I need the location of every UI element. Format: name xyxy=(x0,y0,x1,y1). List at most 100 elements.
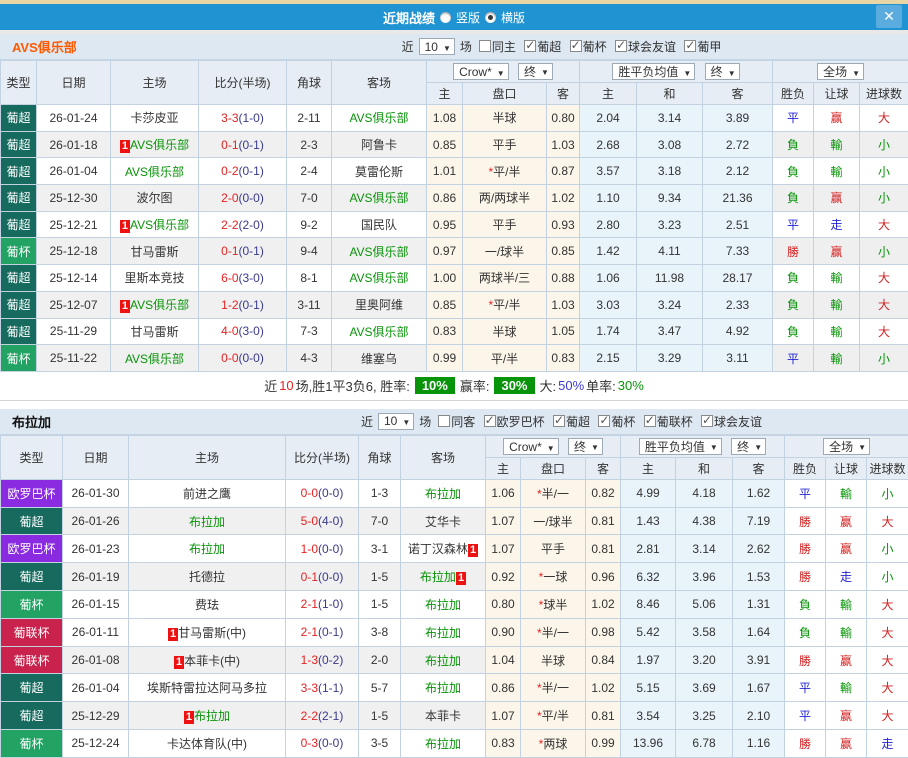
league-filter-checkbox[interactable] xyxy=(701,415,713,427)
home-odds-cell: 0.83 xyxy=(427,318,463,345)
result-cell: 勝 xyxy=(785,535,826,563)
ou-result-cell: 小 xyxy=(867,535,908,563)
league-filter-checkbox[interactable] xyxy=(438,415,450,427)
away-team-name: AVS俱乐部 xyxy=(349,111,408,125)
league-filter-label[interactable]: 同客 xyxy=(451,413,475,430)
league-badge: 葡超 xyxy=(1,674,63,702)
fullgame-select[interactable]: 全场 xyxy=(817,63,864,80)
league-filter[interactable]: 葡杯 xyxy=(593,413,635,430)
avg-odds-value: 胜平负均值 xyxy=(618,63,678,80)
league-filter[interactable]: 球会友谊 xyxy=(610,38,676,55)
games-count-select[interactable]: 10 xyxy=(378,413,414,430)
league-badge: 欧罗巴杯 xyxy=(1,535,63,563)
avg-odds-select[interactable]: 胜平负均值 xyxy=(612,63,695,80)
league-filter-checkbox[interactable] xyxy=(598,415,610,427)
odds-final-value: 终 xyxy=(574,438,586,455)
avg-odds-select[interactable]: 胜平负均值 xyxy=(639,438,722,455)
table-row: 欧罗巴杯 26-01-23 布拉加 1-0(0-0) 3-1 诺丁汉森林1 1.… xyxy=(1,535,908,563)
league-filter-checkbox[interactable] xyxy=(615,40,627,52)
summary-segment: 单率: xyxy=(586,376,616,395)
ah-result-cell: 輸 xyxy=(814,318,860,345)
result-cell: 平 xyxy=(785,674,826,702)
away-team-name: 布拉加 xyxy=(420,570,456,584)
league-filter-label[interactable]: 球会友谊 xyxy=(628,38,676,55)
games-count-select[interactable]: 10 xyxy=(419,38,455,55)
home-team-cell: AVS俱乐部 xyxy=(111,158,199,185)
league-filter[interactable]: 葡超 xyxy=(519,38,561,55)
league-filter-label[interactable]: 葡杯 xyxy=(611,413,635,430)
league-filter-label[interactable]: 葡超 xyxy=(566,413,590,430)
home-odds-cell: 0.83 xyxy=(486,730,521,758)
result-cell: 負 xyxy=(773,158,814,185)
chevron-down-icon xyxy=(754,439,762,453)
avg-final-select[interactable]: 终 xyxy=(705,63,740,80)
league-filter-checkbox[interactable] xyxy=(553,415,565,427)
league-filter-checkbox[interactable] xyxy=(570,40,582,52)
league-filter-checkbox[interactable] xyxy=(524,40,536,52)
lose-odds-cell: 3.11 xyxy=(703,345,773,372)
win-odds-cell: 5.15 xyxy=(621,674,676,702)
ou-result-cell: 大 xyxy=(860,291,908,318)
odds-source-select[interactable]: Crow* xyxy=(503,438,559,455)
sub-header-handicap: 盘口 xyxy=(463,83,547,105)
radio-horizontal-label[interactable]: 横版 xyxy=(501,9,525,26)
league-filter[interactable]: 葡甲 xyxy=(679,38,721,55)
league-filter-label[interactable]: 葡杯 xyxy=(583,38,607,55)
league-filter-label[interactable]: 葡甲 xyxy=(697,38,721,55)
away-team-name: 布拉加 xyxy=(425,737,461,751)
league-filter-checkbox[interactable] xyxy=(484,415,496,427)
league-filter[interactable]: 同主 xyxy=(474,38,516,55)
league-filter-label[interactable]: 葡联杯 xyxy=(657,413,693,430)
ou-result-cell: 小 xyxy=(860,185,908,212)
fulltime-score: 1-2 xyxy=(221,298,238,312)
halftime-score: (0-0) xyxy=(318,486,343,500)
fulltime-score: 0-2 xyxy=(221,164,238,178)
league-filter[interactable]: 葡杯 xyxy=(565,38,607,55)
fullgame-group: 全场 xyxy=(785,435,908,457)
avg-final-select[interactable]: 终 xyxy=(731,438,766,455)
result-cell: 平 xyxy=(773,345,814,372)
corner-cell: 8-1 xyxy=(287,265,332,292)
fulltime-score: 2-2 xyxy=(301,709,318,723)
league-badge: 葡超 xyxy=(1,563,63,591)
draw-odds-cell: 3.58 xyxy=(676,618,733,646)
close-button[interactable]: ✕ xyxy=(876,5,902,28)
odds-source-select[interactable]: Crow* xyxy=(453,63,509,80)
radio-horizontal-layout[interactable] xyxy=(485,12,496,23)
lose-odds-cell: 1.62 xyxy=(733,479,785,507)
league-filter-checkbox[interactable] xyxy=(644,415,656,427)
away-odds-cell: 0.99 xyxy=(586,730,621,758)
odds-final-select[interactable]: 终 xyxy=(518,63,553,80)
home-team-name: 卡莎皮亚 xyxy=(130,111,178,125)
league-filter-label[interactable]: 欧罗巴杯 xyxy=(497,413,545,430)
home-odds-cell: 0.80 xyxy=(486,591,521,619)
league-filter-label[interactable]: 球会友谊 xyxy=(714,413,762,430)
home-odds-cell: 1.01 xyxy=(427,158,463,185)
fullgame-select[interactable]: 全场 xyxy=(823,438,870,455)
score-cell: 4-0(3-0) xyxy=(199,318,287,345)
league-filter[interactable]: 球会友谊 xyxy=(696,413,762,430)
radio-vertical-label[interactable]: 竖版 xyxy=(456,9,480,26)
ou-result-cell: 大 xyxy=(867,618,908,646)
home-team-name: 卡达体育队(中) xyxy=(167,737,247,751)
home-team-cell: 1AVS俱乐部 xyxy=(111,131,199,158)
league-filter-checkbox[interactable] xyxy=(479,40,491,52)
league-filter[interactable]: 同客 xyxy=(433,413,475,430)
sub-header-win: 主 xyxy=(580,83,637,105)
col-header-score: 比分(半场) xyxy=(199,61,287,105)
league-filter[interactable]: 葡超 xyxy=(548,413,590,430)
league-filter-label[interactable]: 同主 xyxy=(492,38,516,55)
league-filter-label[interactable]: 葡超 xyxy=(537,38,561,55)
handicap-cell: 平手 xyxy=(463,211,547,238)
result-cell: 負 xyxy=(773,265,814,292)
league-filter[interactable]: 欧罗巴杯 xyxy=(479,413,545,430)
odds-final-select[interactable]: 终 xyxy=(568,438,603,455)
chevron-down-icon xyxy=(547,440,555,454)
league-filter[interactable]: 葡联杯 xyxy=(639,413,693,430)
league-filter-checkbox[interactable] xyxy=(684,40,696,52)
home-team-cell: 卡莎皮亚 xyxy=(111,105,199,132)
radio-vertical-layout[interactable] xyxy=(440,12,451,23)
corner-cell: 3-1 xyxy=(359,535,401,563)
home-odds-cell: 0.86 xyxy=(427,185,463,212)
team-name-avs: AVS俱乐部 xyxy=(0,37,215,56)
